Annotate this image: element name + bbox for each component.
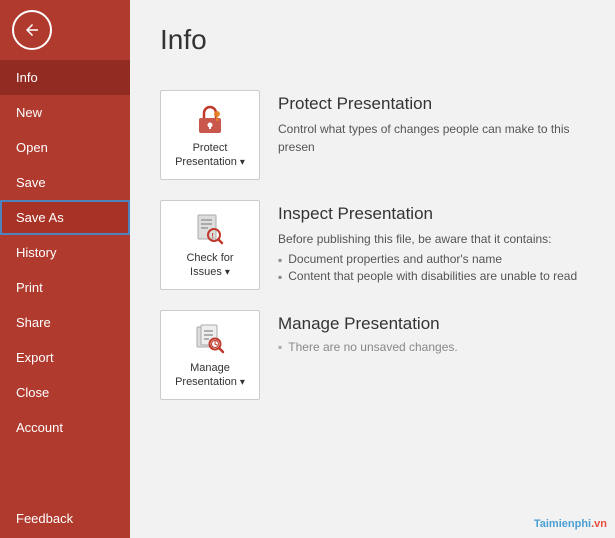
sidebar-item-history[interactable]: History [0, 235, 130, 270]
nav-menu: Info New Open Save Save As History Print… [0, 60, 130, 501]
inspect-list-item: Document properties and author's name [278, 252, 585, 267]
protect-icon-button[interactable]: ProtectPresentation ▾ [160, 90, 260, 180]
sidebar-item-new[interactable]: New [0, 95, 130, 130]
sidebar-item-info[interactable]: Info [0, 60, 130, 95]
manage-nosave: There are no unsaved changes. [278, 340, 585, 354]
protect-desc: Control what types of changes people can… [278, 120, 585, 156]
sidebar-item-export[interactable]: Export [0, 340, 130, 375]
main-content: Info ProtectPresentation ▾ Protec [130, 0, 615, 538]
watermark-text: Taimienphi [534, 518, 591, 530]
sidebar: Info New Open Save Save As History Print… [0, 0, 130, 538]
inspect-title: Inspect Presentation [278, 204, 585, 224]
inspect-desc: Before publishing this file, be aware th… [278, 230, 585, 248]
info-section: ProtectPresentation ▾ Protect Presentati… [160, 84, 585, 406]
sidebar-item-account[interactable]: Account [0, 410, 130, 445]
sidebar-item-close[interactable]: Close [0, 375, 130, 410]
sidebar-item-share[interactable]: Share [0, 305, 130, 340]
sidebar-item-save[interactable]: Save [0, 165, 130, 200]
inspect-list: Document properties and author's name Co… [278, 252, 585, 284]
sidebar-item-save-as[interactable]: Save As [0, 200, 130, 235]
inspect-content: Inspect Presentation Before publishing t… [278, 200, 585, 286]
svg-text:!: ! [212, 233, 214, 240]
inspect-card: ! Check forIssues ▾ Inspect Presentation… [160, 194, 585, 296]
manage-icon-label: ManagePresentation ▾ [175, 361, 245, 390]
sidebar-item-open[interactable]: Open [0, 130, 130, 165]
inspect-list-item: Content that people with disabilities ar… [278, 269, 585, 284]
protect-icon-label: ProtectPresentation ▾ [175, 141, 245, 170]
inspect-icon-label: Check forIssues ▾ [186, 251, 233, 280]
protect-content: Protect Presentation Control what types … [278, 90, 585, 156]
protect-card: ProtectPresentation ▾ Protect Presentati… [160, 84, 585, 186]
sidebar-item-feedback[interactable]: Feedback [0, 501, 130, 538]
manage-icon-button[interactable]: ManagePresentation ▾ [160, 310, 260, 400]
watermark: Taimienphi.vn [534, 518, 607, 530]
watermark-suffix: .vn [591, 518, 607, 530]
manage-title: Manage Presentation [278, 314, 585, 334]
manage-card: ManagePresentation ▾ Manage Presentation… [160, 304, 585, 406]
manage-content: Manage Presentation There are no unsaved… [278, 310, 585, 354]
protect-title: Protect Presentation [278, 94, 585, 114]
inspect-icon-button[interactable]: ! Check forIssues ▾ [160, 200, 260, 290]
sidebar-item-print[interactable]: Print [0, 270, 130, 305]
back-button[interactable] [12, 10, 52, 50]
page-title: Info [160, 24, 585, 56]
